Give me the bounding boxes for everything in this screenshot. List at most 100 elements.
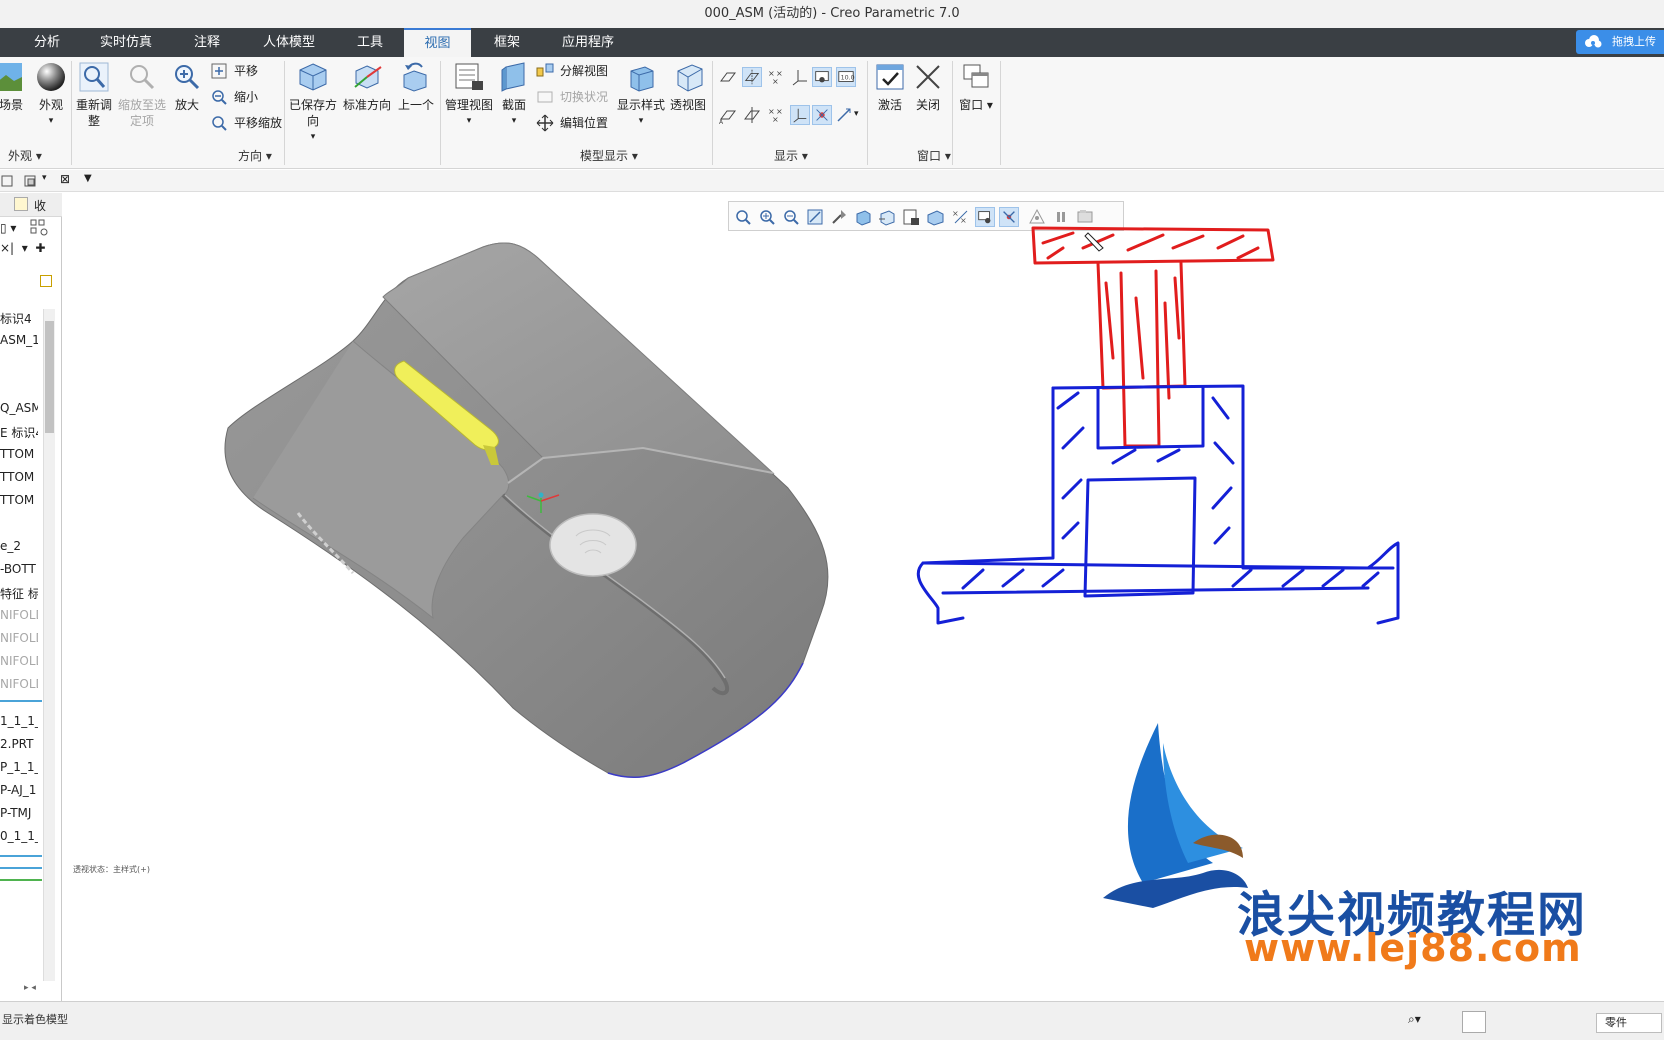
window-group-label[interactable]: 窗口 ▾ bbox=[917, 147, 951, 164]
plane-tag-display-icon[interactable]: A bbox=[718, 105, 738, 125]
tree-settings-icon[interactable]: ▯ ▾ bbox=[0, 221, 16, 235]
tree-item[interactable]: 0_1_1_2 bbox=[0, 829, 38, 843]
tree-item[interactable]: 2.PRT bbox=[0, 737, 38, 751]
zoom-to-selected-button[interactable]: 缩放至选定项 bbox=[118, 61, 166, 129]
spin-center-display-icon[interactable] bbox=[812, 105, 832, 125]
tree-vertical-scrollbar[interactable] bbox=[43, 309, 55, 981]
tree-item[interactable]: TTOM bbox=[0, 493, 38, 507]
find-binoculars-icon[interactable]: ⌕▾ bbox=[1408, 1012, 1438, 1032]
pan-zoom-button[interactable]: 平移缩放 bbox=[210, 113, 282, 133]
show-group-label[interactable]: 显示 ▾ bbox=[774, 147, 808, 164]
orientation-group-label[interactable]: 方向 ▾ bbox=[238, 147, 272, 164]
activate-window-button[interactable]: 激活 bbox=[872, 61, 908, 113]
close-panel-icon[interactable]: ⊠ bbox=[60, 172, 70, 186]
tab-realtime-simulation[interactable]: 实时仿真 bbox=[88, 28, 164, 57]
saved-orientations-button[interactable]: 已保存方向 ▾ bbox=[288, 61, 338, 145]
display-style-icon[interactable] bbox=[853, 207, 873, 227]
csys-tag-display-icon[interactable] bbox=[790, 105, 810, 125]
point-display-icon[interactable]: × ×× bbox=[766, 67, 786, 87]
tree-item[interactable]: ASM_1_ bbox=[0, 333, 38, 347]
appearance-button[interactable]: 外观 ▾ bbox=[34, 61, 68, 129]
layer-icon[interactable] bbox=[0, 173, 16, 189]
tree-item[interactable]: NIFOLD bbox=[0, 677, 38, 691]
previous-orientation-button[interactable]: 上一个 bbox=[396, 61, 436, 113]
manage-views-dropdown-icon: ▾ bbox=[466, 116, 472, 126]
edit-position-button[interactable]: 编辑位置 bbox=[536, 113, 608, 133]
axis-display-icon[interactable] bbox=[742, 67, 762, 87]
exploded-view-button[interactable]: 分解视图 bbox=[536, 61, 608, 81]
tree-item[interactable]: P_1_1_ bbox=[0, 760, 38, 774]
standard-orientation-button[interactable]: 标准方向 bbox=[342, 61, 392, 113]
show-more-dropdown-icon[interactable]: ▾ bbox=[854, 109, 859, 119]
pan-button[interactable]: 平移 bbox=[210, 61, 258, 81]
tree-item[interactable]: NIFOLD bbox=[0, 631, 38, 645]
windows-menu-button[interactable]: 窗口 ▾ bbox=[956, 61, 996, 113]
cloud-upload-button[interactable]: 拖拽上传 bbox=[1576, 30, 1664, 54]
close-window-button[interactable]: 关闭 bbox=[910, 61, 946, 113]
annotation-display-icon[interactable] bbox=[812, 67, 832, 87]
repaint-icon[interactable] bbox=[805, 207, 825, 227]
tree-item[interactable]: -BOTT bbox=[0, 562, 38, 576]
tree-item[interactable]: TTOM bbox=[0, 470, 38, 484]
perspective-view-button[interactable]: 透视图 bbox=[668, 61, 708, 113]
scene-button[interactable]: 场景 bbox=[0, 61, 26, 113]
tab-applications[interactable]: 应用程序 bbox=[550, 28, 626, 57]
settings-dropdown-icon[interactable]: ▾ bbox=[42, 173, 47, 183]
tree-item[interactable]: NIFOLD bbox=[0, 608, 38, 622]
ribbon-separator bbox=[440, 61, 441, 165]
tree-display-icon[interactable] bbox=[40, 275, 52, 287]
zoom-out-button[interactable]: 缩小 bbox=[210, 87, 258, 107]
tree-item[interactable]: TTOM bbox=[0, 447, 38, 461]
dimension-display-icon[interactable]: 10.0 bbox=[836, 67, 856, 87]
tree-filter-icon[interactable] bbox=[30, 219, 50, 237]
tab-view[interactable]: 视图 bbox=[404, 28, 471, 57]
tree-item[interactable]: 标识4 bbox=[0, 310, 38, 327]
manage-views-button[interactable]: 管理视图 ▾ bbox=[444, 61, 494, 129]
refit-icon[interactable] bbox=[733, 207, 753, 227]
tree-item[interactable]: Q_ASM bbox=[0, 401, 38, 415]
toggle-status-button[interactable]: 切换状况 bbox=[536, 87, 608, 107]
settings-icon[interactable] bbox=[22, 173, 38, 189]
favorites-tab-label[interactable]: 收 bbox=[34, 197, 46, 214]
section-button[interactable]: 截面 ▾ bbox=[498, 61, 530, 129]
selection-filter-dropdown[interactable]: 零件 bbox=[1596, 1013, 1662, 1033]
tree-item[interactable]: 1_1_1_ bbox=[0, 714, 38, 728]
tree-item[interactable]: NIFOLD bbox=[0, 654, 38, 668]
tree-scrollbar-thumb[interactable] bbox=[45, 321, 54, 433]
tree-item[interactable]: e_2 bbox=[0, 539, 38, 553]
tab-analysis[interactable]: 分析 bbox=[22, 28, 72, 57]
axis-tag-display-icon[interactable] bbox=[742, 105, 762, 125]
tree-search-icon[interactable]: ×| ▾ ✚ bbox=[0, 241, 45, 255]
mouse-3d-model[interactable] bbox=[213, 233, 933, 793]
smart-selection-icon[interactable] bbox=[1462, 1011, 1486, 1033]
zoom-out-icon[interactable] bbox=[781, 207, 801, 227]
model-display-group-label[interactable]: 模型显示 ▾ bbox=[580, 147, 638, 164]
plane-display-icon[interactable] bbox=[718, 67, 738, 87]
tab-annotate[interactable]: 注释 bbox=[182, 28, 232, 57]
tree-item[interactable]: P-TMJ bbox=[0, 806, 38, 820]
tab-framework[interactable]: 框架 bbox=[482, 28, 532, 57]
model-tree-panel: 收 ▯ ▾ ×| ▾ ✚ 标识4 ASM_1_ Q_ASM E 标识4 TTOM… bbox=[0, 193, 62, 1001]
zoom-in-button[interactable]: 放大 bbox=[170, 61, 204, 113]
tree-item[interactable]: P-AJ_1 bbox=[0, 783, 38, 797]
tree-scroll-arrows-icon[interactable]: ▸ ◂ bbox=[24, 983, 36, 993]
graphics-viewport[interactable]: × × 透视状态：主样式(+) 浪尖视频教程网 www.lej88.com bbox=[63, 193, 1664, 1001]
model-tree-header: 收 bbox=[0, 193, 62, 217]
appearance-group-label[interactable]: 外观 ▾ bbox=[8, 147, 42, 164]
saved-orientations-icon[interactable] bbox=[877, 207, 897, 227]
point-tag-display-icon[interactable]: × ×× bbox=[766, 105, 786, 125]
folder-icon[interactable] bbox=[14, 197, 28, 211]
tab-tools[interactable]: 工具 bbox=[345, 28, 395, 57]
tree-item[interactable]: E 标识4 bbox=[0, 424, 38, 441]
tree-item[interactable]: 特征 标 bbox=[0, 585, 38, 602]
svg-text:×: × bbox=[952, 209, 959, 218]
reorient-icon[interactable] bbox=[829, 207, 849, 227]
customize-dropdown-icon[interactable]: ▼ bbox=[84, 173, 92, 184]
display-style-button[interactable]: 显示样式 ▾ bbox=[616, 61, 666, 129]
appearance-label: 外观 bbox=[38, 98, 63, 112]
3d-notes-display-icon[interactable] bbox=[834, 105, 854, 125]
tab-human-model[interactable]: 人体模型 bbox=[251, 28, 327, 57]
csys-display-icon[interactable] bbox=[790, 67, 810, 87]
zoom-in-icon[interactable] bbox=[757, 207, 777, 227]
refit-button[interactable]: 重新调整 bbox=[76, 61, 112, 129]
